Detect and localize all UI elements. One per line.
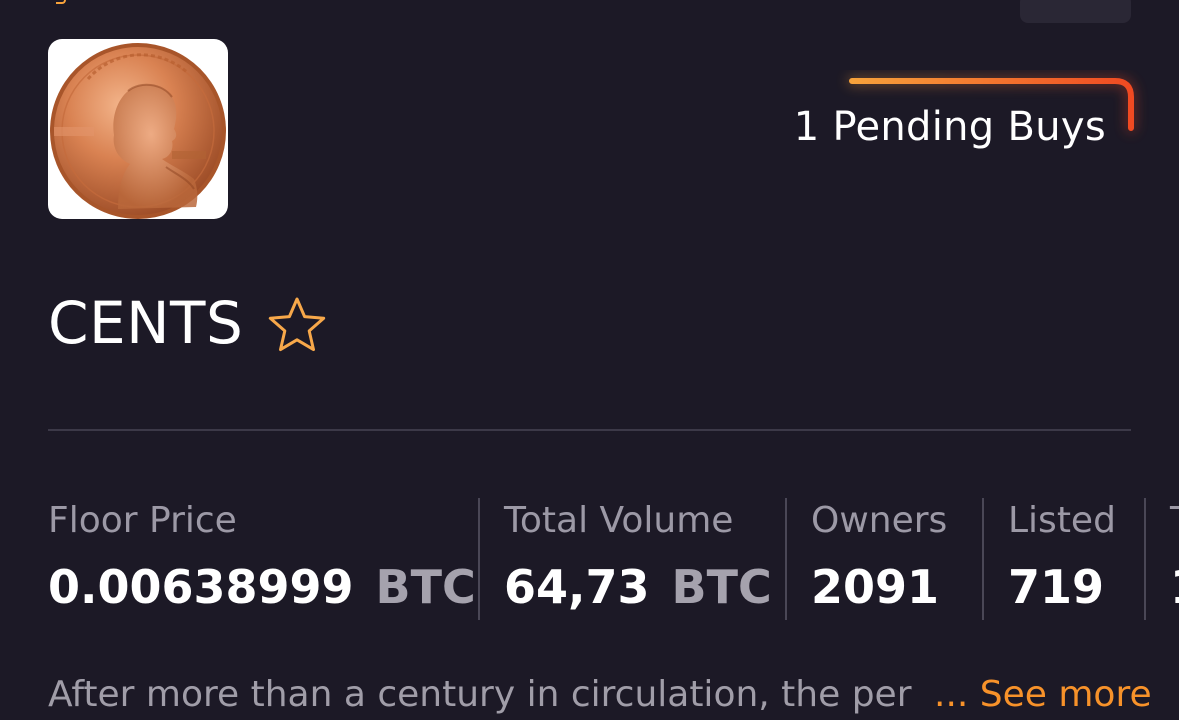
stat-label: T (1170, 500, 1179, 541)
section-divider (48, 429, 1131, 431)
stat-unit: BTC (671, 560, 772, 614)
stat-unit: BTC (375, 560, 476, 614)
stat-label: Listed (1008, 500, 1116, 541)
stat-label: Total Volume (504, 500, 734, 541)
stat-partial: T 1 (1144, 498, 1179, 620)
stat-floor-price: Floor Price 0.00638999 BTC (48, 498, 478, 620)
pending-buys-button[interactable]: 1 Pending Buys (760, 70, 1150, 150)
penny-coin-image (50, 43, 226, 219)
stat-value: 719 (1008, 560, 1105, 614)
stat-value: 64,73 BTC (504, 560, 772, 614)
collection-title: CENTS (48, 289, 244, 357)
collection-avatar (48, 39, 228, 219)
top-partial-icon (56, 0, 66, 4)
stat-total-volume: Total Volume 64,73 BTC (478, 498, 785, 620)
stat-listed: Listed 719 (982, 498, 1144, 620)
see-more-link[interactable]: ... See more (930, 674, 1152, 715)
stat-owners: Owners 2091 (785, 498, 982, 620)
stat-value: 2091 (811, 560, 940, 614)
top-tab-button[interactable] (1020, 0, 1131, 23)
collection-header: CENTS (48, 283, 329, 363)
stat-label: Floor Price (48, 500, 237, 541)
stat-value: 0.00638999 BTC (48, 560, 476, 614)
star-outline-icon[interactable] (265, 294, 329, 358)
stat-label: Owners (811, 500, 948, 541)
collection-stats: Floor Price 0.00638999 BTC Total Volume 6… (48, 498, 1179, 620)
stat-value: 1 (1170, 560, 1179, 614)
pending-buys-label: 1 Pending Buys (793, 104, 1106, 150)
